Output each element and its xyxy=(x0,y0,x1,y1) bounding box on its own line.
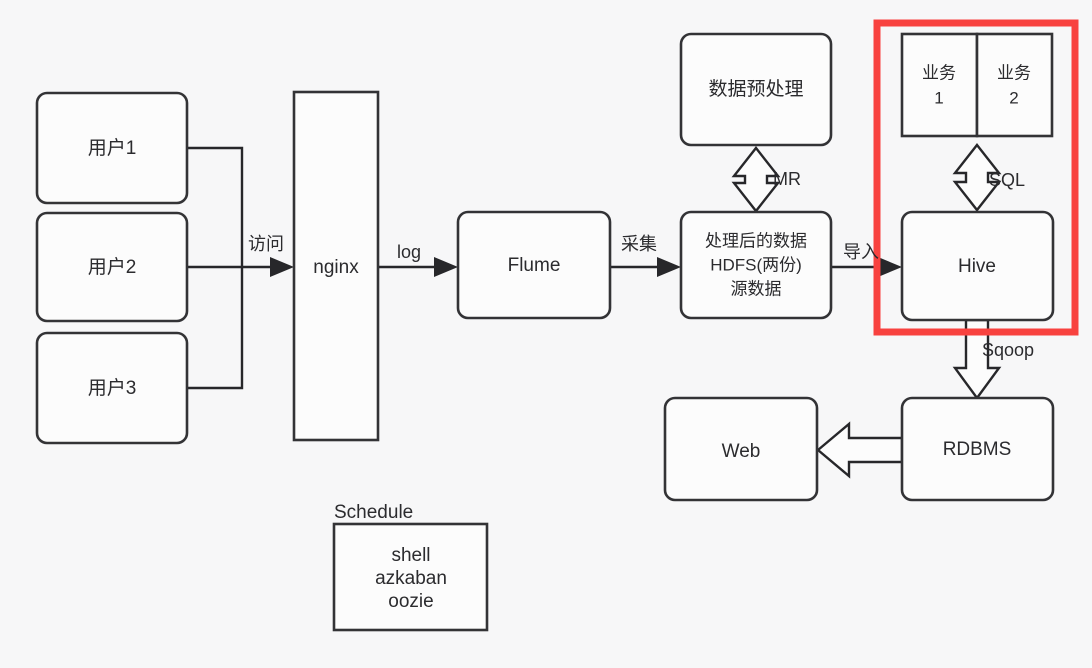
node-business2-label-line2: 2 xyxy=(1009,88,1018,107)
arrowhead-to-nginx xyxy=(270,257,294,277)
edge-label-access: 访问 xyxy=(248,234,284,254)
arrowhead-to-hive xyxy=(878,257,902,277)
edge-label-sql: SQL xyxy=(989,170,1025,190)
edge-label-import: 导入 xyxy=(843,242,879,262)
node-user2-label: 用户2 xyxy=(88,256,137,278)
node-hdfs-label-line1: 处理后的数据 xyxy=(705,231,807,250)
node-web-label: Web xyxy=(722,441,761,462)
node-hdfs-label-line3: 源数据 xyxy=(731,279,782,298)
edge-mr-double-arrow xyxy=(731,146,781,213)
arrowhead-to-hdfs xyxy=(657,257,681,277)
node-business1-label-line2: 1 xyxy=(934,88,943,107)
node-hive-label: Hive xyxy=(958,256,996,277)
node-schedule-label-line1: shell xyxy=(391,545,430,566)
node-business1-label-line1: 业务 xyxy=(922,63,956,82)
node-flume-label: Flume xyxy=(508,255,561,276)
node-schedule-label-line2: azkaban xyxy=(375,568,447,589)
edge-label-collect: 采集 xyxy=(621,234,657,254)
node-schedule-label-line3: oozie xyxy=(388,591,433,612)
edge-rdbms-to-web-arrow xyxy=(816,421,904,479)
arrowhead-to-flume xyxy=(434,257,458,277)
node-business1[interactable] xyxy=(900,32,979,138)
node-rdbms-label: RDBMS xyxy=(943,439,1012,460)
node-preprocess-label: 数据预处理 xyxy=(708,78,803,100)
node-nginx-label: nginx xyxy=(313,257,359,278)
schedule-group-label: Schedule xyxy=(334,502,413,523)
node-business2-label-line1: 业务 xyxy=(997,63,1031,82)
node-hdfs-label-line2: HDFS(两份) xyxy=(710,255,802,274)
diagram-canvas: 用户1 用户2 用户3 nginx Flume 数据预处理 处理后的数据 HDF… xyxy=(0,0,1092,668)
node-business2[interactable] xyxy=(975,32,1054,138)
edge-label-mr: MR xyxy=(773,169,801,189)
diagram-svg: 用户1 用户2 用户3 nginx Flume 数据预处理 处理后的数据 HDF… xyxy=(35,19,1079,632)
edge-user3-to-nginx xyxy=(187,267,244,390)
edge-label-log: log xyxy=(397,242,421,262)
edge-user1-to-nginx xyxy=(187,146,244,267)
edge-label-sqoop: Sqoop xyxy=(982,340,1034,360)
node-user3-label: 用户3 xyxy=(88,377,137,399)
node-user1-label: 用户1 xyxy=(88,137,137,159)
